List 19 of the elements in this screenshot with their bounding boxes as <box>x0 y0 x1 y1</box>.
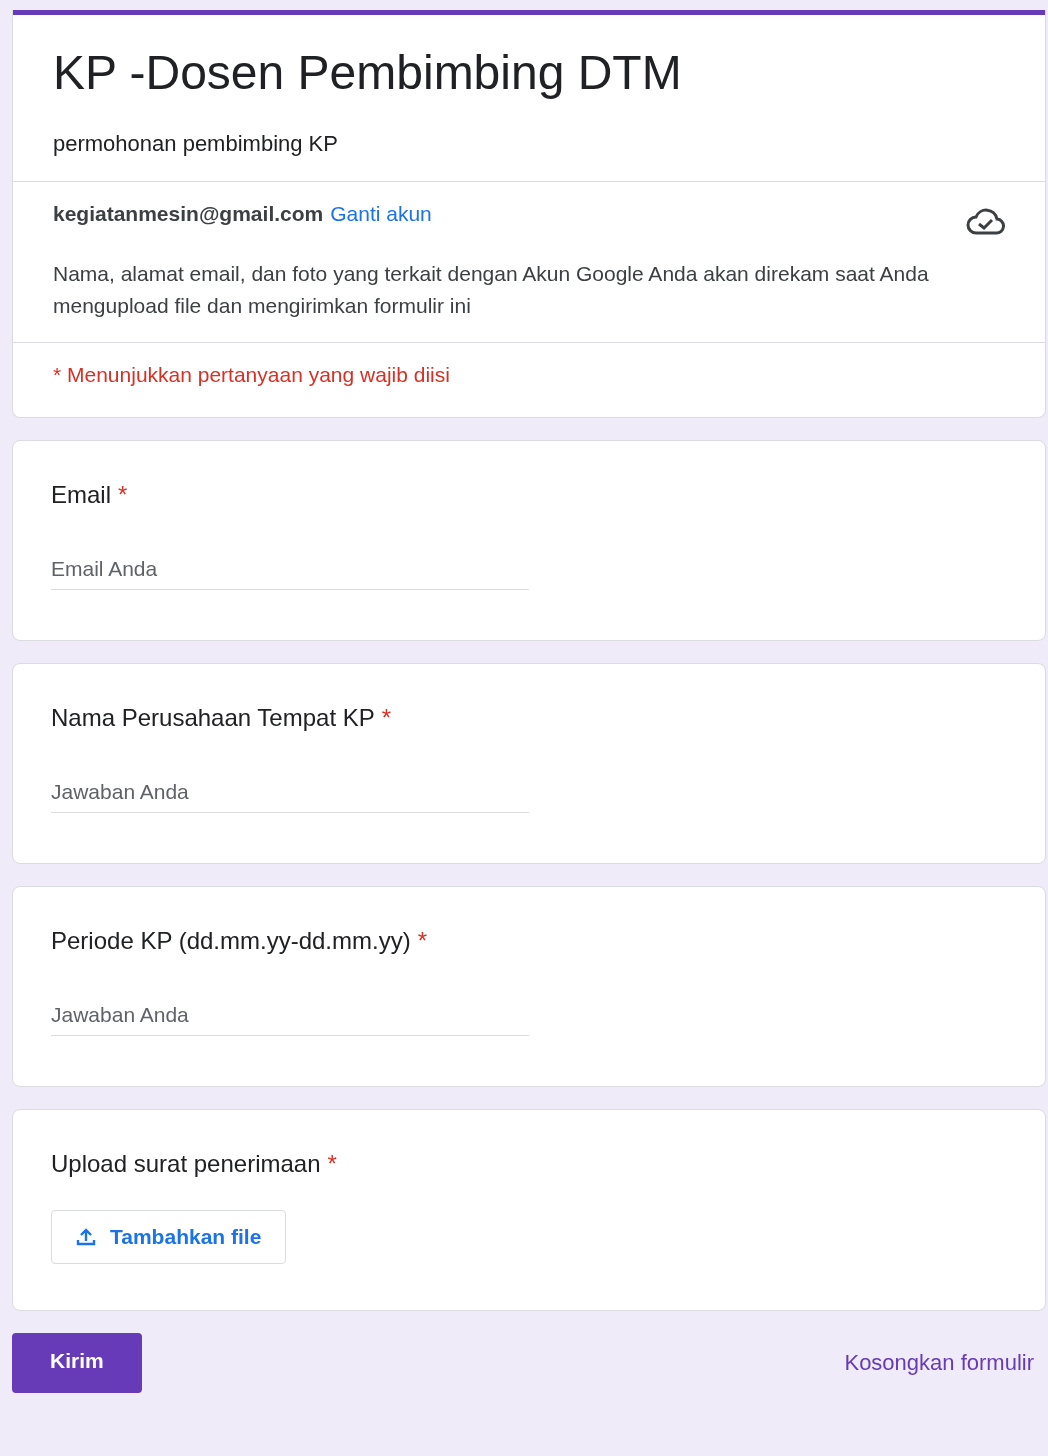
required-asterisk: * <box>381 704 392 732</box>
required-notice: * Menunjukkan pertanyaan yang wajib diisi <box>53 362 451 388</box>
question-label: Upload surat penerimaan <box>51 1150 321 1178</box>
add-file-button[interactable]: Tambahkan file <box>51 1210 287 1264</box>
account-email: kegiatanmesin@gmail.com <box>53 202 324 226</box>
question-label: Periode KP (dd.mm.yy-dd.mm.yy) <box>51 927 411 955</box>
cloud-check-icon <box>965 206 1005 238</box>
upload-icon <box>76 1227 96 1247</box>
switch-account-link[interactable]: Ganti akun <box>330 202 432 226</box>
required-asterisk: * <box>327 1150 337 1178</box>
submit-button[interactable]: Kirim <box>12 1333 142 1393</box>
required-asterisk: * <box>118 481 128 509</box>
privacy-notice: Nama, alamat email, dan foto yang terkait dengan Akun Google Anda akan direkam saat Anda mengupload file dan mengirimkan formulir ini <box>53 261 930 319</box>
required-asterisk: * <box>417 927 427 955</box>
question-label: Nama Perusahaan Tempat KP <box>51 704 375 732</box>
form-description: permohonan pembimbing KP <box>53 130 339 158</box>
question-label: Email <box>51 481 111 509</box>
form-title: KP -Dosen Pembimbing DTM <box>53 45 683 101</box>
clear-form-link[interactable]: Kosongkan formulir <box>844 1350 1034 1376</box>
